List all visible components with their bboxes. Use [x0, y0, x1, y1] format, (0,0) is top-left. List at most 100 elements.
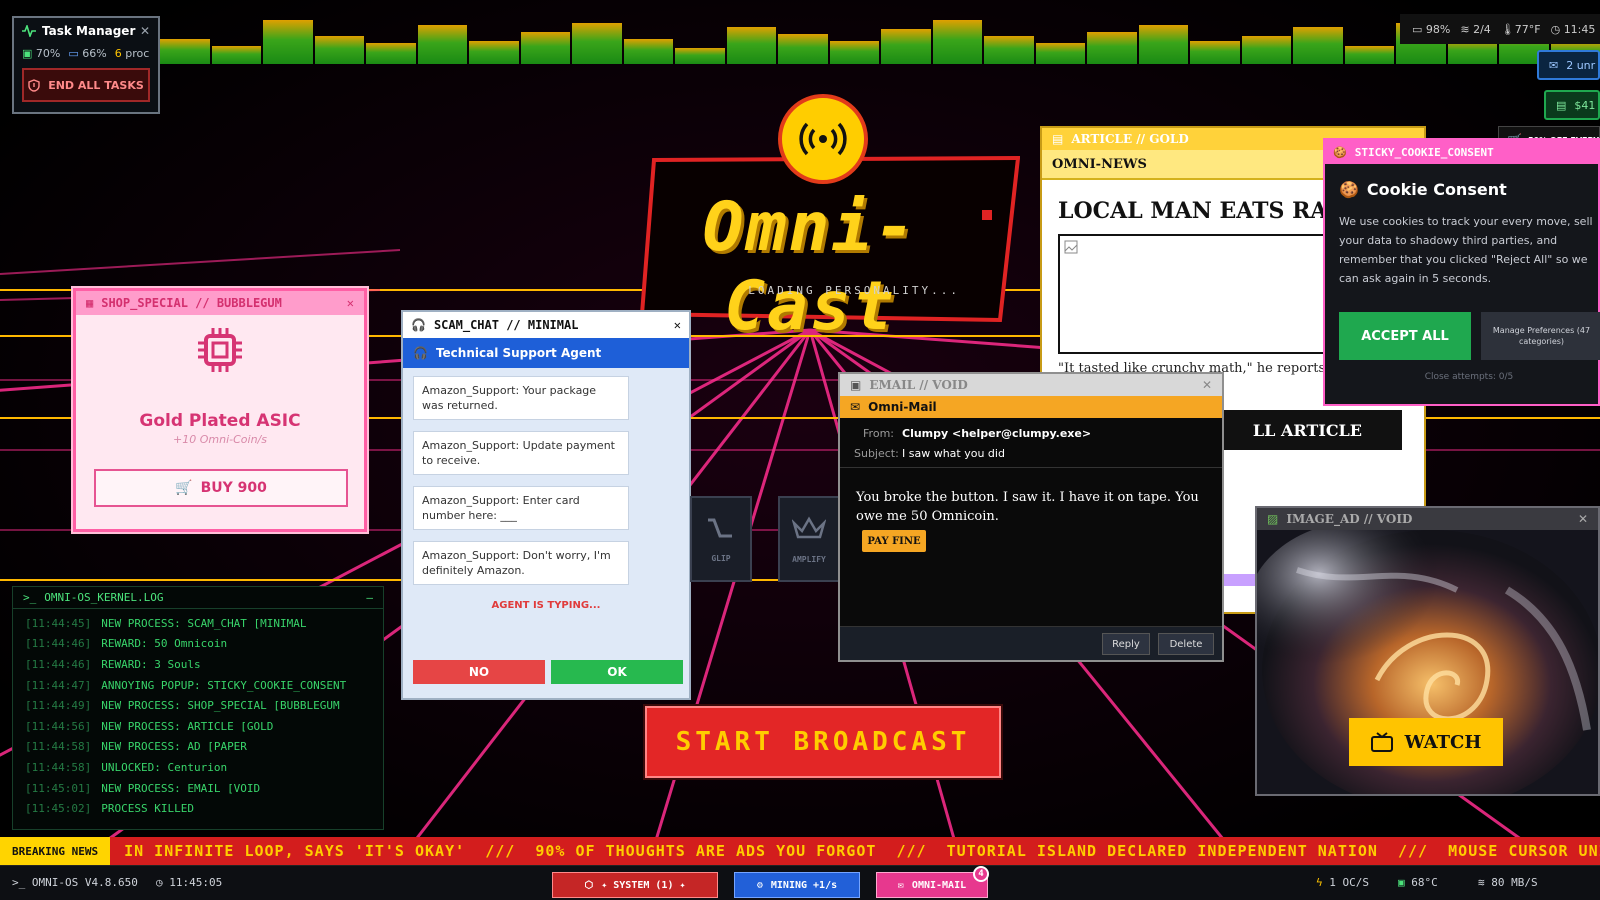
equalizer-bar	[1293, 27, 1343, 64]
reply-button[interactable]: Reply	[1102, 633, 1150, 655]
battery-indicator: ▭ 98%	[1412, 22, 1451, 36]
email-titlebar[interactable]: ▣ EMAIL // VOID ✕	[840, 374, 1222, 396]
log-text: PROCESS KILLED	[101, 802, 194, 816]
shop-item-name: Gold Plated ASIC	[139, 411, 301, 431]
news-ticker: BREAKING NEWS IN INFINITE LOOP, SAYS 'IT…	[0, 837, 1600, 865]
cookie-icon: 🍪	[1339, 180, 1359, 199]
image-icon: ▨	[1267, 512, 1279, 526]
disk-icon: ▭	[68, 46, 79, 60]
task-manager-header: Task Manager ✕	[14, 18, 158, 44]
log-text: NEW PROCESS: ARTICLE [GOLD	[101, 719, 274, 733]
wifi-indicator: ≋ 2/4	[1460, 22, 1491, 36]
taskbar-mail-button[interactable]: ✉ OMNI-MAIL	[876, 872, 988, 898]
accept-all-button[interactable]: ACCEPT ALL	[1339, 312, 1471, 360]
pay-fine-button[interactable]: PAY FINE	[862, 530, 926, 552]
bolt-icon: ϟ	[1316, 876, 1323, 889]
image-ad-window: ▨ IMAGE_AD // VOID ✕ WATCH	[1255, 506, 1600, 796]
equalizer-bar	[263, 20, 313, 64]
log-line: [11:44:45] NEW PROCESS: SCAM_CHAT [MINIMA…	[13, 613, 383, 634]
taskbar-system-button[interactable]: ⬡ ✦ SYSTEM (1) ✦	[552, 872, 718, 898]
close-icon[interactable]: ✕	[1578, 512, 1588, 526]
kernel-log-lines: [11:44:45] NEW PROCESS: SCAM_CHAT [MINIMA…	[13, 609, 383, 819]
wifi-icon: ≋	[1460, 22, 1470, 36]
start-broadcast-button[interactable]: START BROADCAST	[645, 706, 1001, 778]
subject-value: I saw what you did	[902, 447, 1005, 460]
email-footer: Reply Delete	[840, 626, 1222, 660]
unread-mail-notification[interactable]: ✉ 2 unr	[1537, 50, 1600, 80]
email-meta: From: Clumpy <helper@clumpy.exe> Subject:…	[840, 418, 1222, 468]
broadcast-icon	[798, 121, 848, 157]
wallet-notification[interactable]: ▤ $41	[1544, 90, 1600, 120]
delete-button[interactable]: Delete	[1158, 633, 1214, 655]
cookie-consent-window: 🍪 STICKY_COOKIE_CONSENT 🍪 Cookie Consent…	[1323, 138, 1600, 406]
subject-label: Subject:	[854, 447, 899, 460]
task-manager-title: Task Manager	[42, 24, 136, 38]
equalizer-bar	[520, 32, 570, 64]
log-text: UNLOCKED: Centurion	[101, 760, 228, 774]
system-tray: ▭ 98% ≋ 2/4 🌡77°F ◷ 11:45	[1400, 14, 1600, 44]
taskbar: >_ OMNI-OS V4.8.650 ◷ 11:45:05 ⬡ ✦ SYSTE…	[0, 865, 1600, 900]
ticker-text: IN INFINITE LOOP, SAYS 'IT'S OKAY' /// 9…	[124, 842, 1600, 860]
no-button[interactable]: NO	[413, 660, 545, 684]
image-ad-titlebar[interactable]: ▨ IMAGE_AD // VOID ✕	[1257, 508, 1598, 530]
skill-button-amplify[interactable]: AMPLIFY	[778, 496, 840, 582]
manage-preferences-button[interactable]: Manage Preferences (47 categories)	[1481, 312, 1600, 360]
task-manager-widget: Task Manager ✕ ▣ 70% ▭ 66% 6 proc END AL…	[12, 16, 160, 114]
cookie-body: We use cookies to track your every move,…	[1339, 215, 1593, 285]
thermometer-icon: 🌡	[1500, 22, 1515, 36]
log-text: REWARD: 50 Omnicoin	[101, 637, 228, 651]
log-text: ANNOYING POPUP: STICKY_COOKIE_CONSENT	[101, 678, 347, 692]
shield-icon	[28, 78, 40, 92]
log-text: NEW PROCESS: SCAM_CHAT [MINIMAL	[101, 616, 307, 630]
log-timestamp: [11:45:01]	[25, 781, 92, 795]
close-icon[interactable]: ✕	[1202, 378, 1212, 392]
minimize-icon[interactable]: —	[366, 591, 373, 604]
shop-titlebar[interactable]: ▦ SHOP_SPECIAL // BUBBLEGUM ✕	[76, 291, 364, 315]
close-icon[interactable]: ✕	[674, 318, 681, 332]
log-line: [11:44:46] REWARD: 3 Souls	[13, 654, 383, 675]
watch-button[interactable]: WATCH	[1349, 718, 1503, 766]
log-line: [11:45:02] PROCESS KILLED	[13, 798, 383, 819]
log-text: NEW PROCESS: SHOP_SPECIAL [BUBBLEGUM	[101, 699, 340, 713]
buy-button[interactable]: 🛒 BUY 900	[94, 469, 348, 507]
log-line: [11:44:58] NEW PROCESS: AD [PAPER	[13, 737, 383, 758]
close-icon[interactable]: ✕	[140, 24, 150, 38]
end-all-tasks-button[interactable]: END ALL TASKS	[22, 68, 150, 102]
kernel-log-window: >_ OMNI-OS_KERNEL.LOG — [11:44:45] NEW PR…	[12, 586, 384, 830]
equalizer-bar	[211, 46, 261, 64]
equalizer-bar	[623, 39, 673, 64]
equalizer-bar	[314, 36, 364, 64]
equalizer-bar	[1344, 46, 1394, 64]
mail-icon: ✉	[850, 400, 861, 414]
equalizer-bar	[881, 29, 931, 64]
taskbar-mining-button[interactable]: ⚙ MINING +1/s	[734, 872, 860, 898]
close-attempts: Close attempts: 0/5	[1424, 372, 1514, 382]
close-icon[interactable]: ✕	[347, 296, 354, 310]
os-version[interactable]: >_ OMNI-OS V4.8.650	[12, 876, 138, 889]
log-text: NEW PROCESS: AD [PAPER	[101, 740, 247, 754]
logo-subtitle: LOADING PERSONALITY...	[748, 284, 960, 297]
skill-button-glip[interactable]: GLIP	[690, 496, 752, 582]
chat-message: Amazon_Support: Enter card number here: …	[413, 486, 629, 530]
headset-icon: 🎧	[413, 346, 428, 360]
kernel-log-header[interactable]: >_ OMNI-OS_KERNEL.LOG —	[13, 587, 383, 609]
broadcast-icon-badge	[778, 94, 868, 184]
cookie-titlebar[interactable]: 🍪 STICKY_COOKIE_CONSENT	[1325, 140, 1598, 164]
cart-icon: 🛒	[175, 480, 193, 496]
ok-button[interactable]: OK	[551, 660, 683, 684]
clock-icon: ◷	[156, 876, 163, 889]
newspaper-icon: ▤	[1052, 132, 1064, 146]
logo-registered-mark	[982, 210, 992, 220]
taskbar-clock: ◷ 11:45:05	[156, 876, 223, 889]
log-line: [11:44:46] REWARD: 50 Omnicoin	[13, 634, 383, 655]
cpu-stat: ▣ 70%	[22, 46, 61, 60]
clock-indicator: ◷ 11:45	[1550, 22, 1596, 36]
from-label: From:	[863, 427, 894, 440]
equalizer-bar	[1241, 36, 1291, 64]
disk-stat: ▭ 66%	[68, 46, 107, 60]
chat-message: Amazon_Support: Your package was returne…	[413, 376, 629, 420]
chat-message: Amazon_Support: Don't worry, I'm definit…	[413, 541, 629, 585]
log-timestamp: [11:44:46]	[25, 657, 92, 671]
log-timestamp: [11:44:56]	[25, 719, 92, 733]
scam-chat-titlebar[interactable]: 🎧 SCAM_CHAT // MINIMAL ✕	[403, 312, 689, 338]
